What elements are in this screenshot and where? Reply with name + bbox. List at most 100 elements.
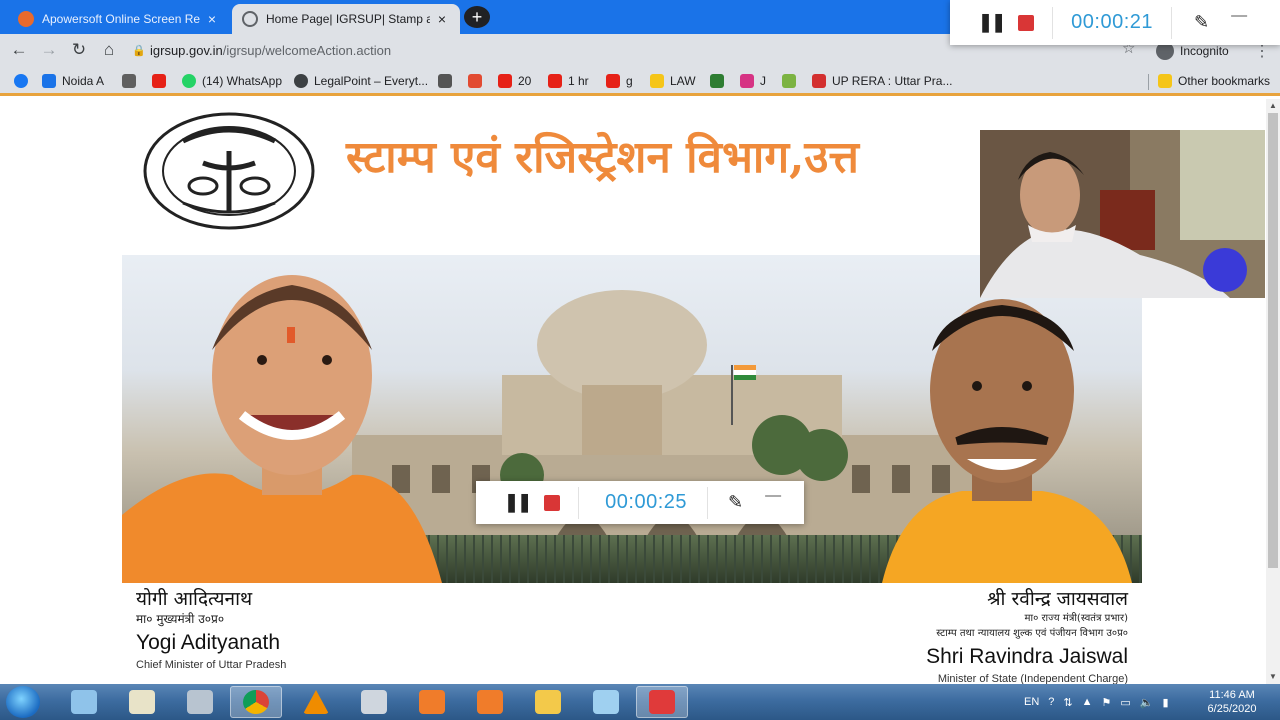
pen-icon[interactable]: ✎ (1194, 12, 1209, 33)
bookmark-label: (14) WhatsApp (202, 74, 283, 88)
reload-icon[interactable]: ↻ (68, 39, 90, 61)
new-tab-button[interactable]: + (464, 6, 490, 28)
incognito-label: Incognito (1180, 44, 1229, 58)
scrollbar-thumb[interactable] (1268, 113, 1278, 568)
bookmark-j[interactable]: J (740, 72, 766, 90)
pause-icon[interactable]: ❚❚ (978, 12, 1006, 33)
paint-icon (593, 690, 619, 714)
taskbar-explorer-window[interactable] (58, 686, 110, 718)
bookmark-uprera[interactable]: UP RERA : Uttar Pra... (812, 72, 952, 90)
asterisk-icon (740, 74, 754, 88)
youtube-icon (606, 74, 620, 88)
bookmark-flag[interactable] (710, 72, 730, 90)
bookmark-1hr[interactable]: 1 hr (548, 72, 589, 90)
bookmark-label: LegalPoint – Everyt... (314, 74, 429, 88)
divider (707, 486, 709, 519)
back-arrow-icon[interactable]: ← (8, 39, 30, 61)
scroll-down-icon[interactable]: ▼ (1266, 670, 1280, 684)
folder-icon (1158, 74, 1172, 88)
divider (1171, 6, 1173, 39)
tab-apowersoft[interactable]: Apowersoft Online Screen Recor × (8, 4, 230, 34)
notepad-icon (129, 690, 155, 714)
stop-icon[interactable] (1018, 14, 1035, 31)
home-icon[interactable]: ⌂ (98, 39, 120, 61)
bookmark-noida[interactable]: Noida A (42, 72, 104, 90)
volume-icon[interactable]: 🔈 (1140, 696, 1154, 709)
minimize-icon[interactable]: — (765, 487, 781, 505)
taskbar-screen-recorder[interactable] (406, 686, 458, 718)
youtube-icon (152, 74, 166, 88)
url-path: /igrsup/welcomeAction.action (222, 42, 392, 58)
start-button[interactable] (6, 686, 40, 718)
cm-title-hindi: मा० मुख्यमंत्री उ०प्र० (136, 612, 225, 626)
taskbar-camera[interactable] (464, 686, 516, 718)
system-clock[interactable]: 11:46 AM 6/25/2020 (1196, 688, 1268, 716)
camera-icon (477, 690, 503, 714)
forward-arrow-icon[interactable]: → (38, 39, 60, 61)
pause-icon[interactable]: ❚❚ (504, 492, 532, 513)
recorder-toolbar-center: ❚❚ 00:00:25 ✎ — (476, 481, 804, 524)
network-adapter-icon[interactable]: ⇅ (1063, 696, 1072, 709)
bookmark-youtube[interactable] (152, 72, 172, 90)
bookmark-g-video[interactable]: g (606, 72, 633, 90)
person-icon (782, 74, 796, 88)
page-scrollbar[interactable]: ▲ ▼ (1266, 99, 1280, 684)
taskbar-calculator[interactable] (174, 686, 226, 718)
system-tray: EN ? ⇅ ▲ ⚑ ▭ 🔈 ▮ (1024, 684, 1178, 720)
taskbar-folder[interactable] (522, 686, 574, 718)
signal-icon[interactable]: ▮ (1163, 696, 1169, 709)
taskbar-printer[interactable] (348, 686, 400, 718)
department-headline: स्टाम्प एवं रजिस्ट्रेशन विभाग,उत्त (346, 132, 859, 183)
minister-caption: श्री रवीन्द्र जायसवाल मा० राज्य मंत्री(स… (926, 587, 1128, 684)
bookmark-figure[interactable] (782, 72, 802, 90)
bookmark-label: 1 hr (568, 74, 589, 88)
taskbar-chrome[interactable] (230, 686, 282, 718)
bookmark-s[interactable] (438, 72, 458, 90)
minister-photo (882, 299, 1132, 583)
recording-timer: 00:00:21 (1071, 11, 1154, 33)
bookmark-facebook[interactable] (14, 72, 34, 90)
facebook-icon (14, 74, 28, 88)
globe-icon (294, 74, 308, 88)
bookmark-g[interactable] (468, 72, 488, 90)
action-center-flag-icon[interactable]: ⚑ (1102, 696, 1112, 709)
bookmark-whatsapp[interactable]: (14) WhatsApp (182, 72, 282, 90)
bookmark-law[interactable]: LAW (650, 72, 696, 90)
recorder-app-icon (419, 690, 445, 714)
printer-icon (361, 690, 387, 714)
bookmarks-bar: Noida A (14) WhatsApp LegalPoint – Every… (0, 66, 1280, 96)
scroll-up-icon[interactable]: ▲ (1266, 99, 1280, 113)
close-tab-icon[interactable]: × (434, 11, 450, 27)
taskbar-notepad[interactable] (116, 686, 168, 718)
tab-igrsup-home[interactable]: Home Page| IGRSUP| Stamp and × (232, 4, 460, 34)
bookmark-image[interactable] (122, 72, 142, 90)
help-icon[interactable]: ? (1048, 696, 1054, 708)
folder-icon (535, 690, 561, 714)
calculator-icon (187, 690, 213, 714)
clock-time: 11:46 AM (1209, 689, 1255, 701)
bookmark-label: g (626, 74, 633, 88)
folder-icon (650, 74, 664, 88)
bookmark-legalpoint[interactable]: LegalPoint – Everyt... (294, 72, 428, 90)
show-hidden-icons-icon[interactable]: ▲ (1082, 696, 1093, 708)
power-icon[interactable]: ▭ (1120, 696, 1130, 709)
cm-name-english: Yogi Adityanath (136, 631, 281, 654)
language-indicator[interactable]: EN (1024, 696, 1039, 708)
bookmark-label: Noida A (62, 74, 105, 88)
lock-icon: 🔒 (132, 44, 146, 57)
chief-minister-caption: योगी आदित्यनाथ मा० मुख्यमंत्री उ०प्र० Yo… (136, 587, 286, 673)
apowersoft-icon (649, 690, 675, 714)
close-tab-icon[interactable]: × (204, 11, 220, 27)
minister-name-hindi: श्री रवीन्द्र जायसवाल (987, 588, 1128, 610)
stop-icon[interactable] (544, 494, 561, 511)
apowersoft-favicon-icon (18, 11, 34, 27)
minimize-icon[interactable]: — (1231, 7, 1247, 25)
s-logo-icon (438, 74, 452, 88)
taskbar-vlc[interactable] (290, 686, 342, 718)
webcam-overlay[interactable] (980, 130, 1265, 298)
bookmark-20[interactable]: 20 (498, 72, 531, 90)
pen-icon[interactable]: ✎ (728, 492, 743, 513)
other-bookmarks[interactable]: Other bookmarks (1158, 72, 1270, 90)
taskbar-apowersoft[interactable] (636, 686, 688, 718)
taskbar-paint[interactable] (580, 686, 632, 718)
